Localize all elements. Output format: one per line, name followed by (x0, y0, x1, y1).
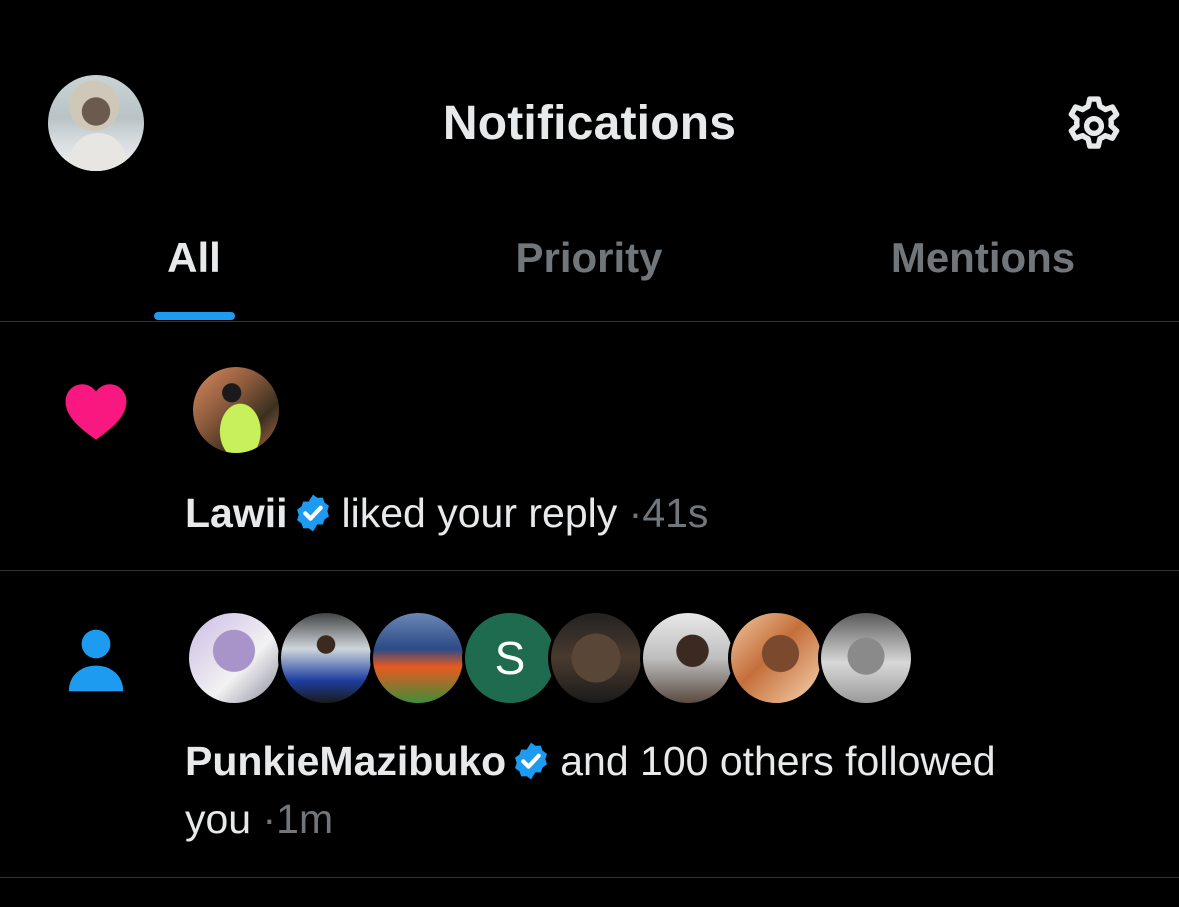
avatar[interactable] (548, 610, 644, 706)
active-tab-indicator (154, 312, 235, 320)
user-name[interactable]: Lawii (185, 490, 288, 536)
page-title: Notifications (442, 97, 737, 150)
verified-badge-icon (296, 494, 329, 532)
row-divider (0, 570, 1179, 571)
avatar[interactable]: S (462, 610, 558, 706)
avatar-initial: S (494, 632, 526, 684)
heart-icon (65, 384, 127, 440)
row-divider (0, 877, 1179, 878)
timestamp: 41s (642, 490, 709, 536)
tab-bar: All Priority Mentions (0, 210, 1179, 322)
avatar[interactable] (370, 610, 466, 706)
tab-divider (0, 321, 1179, 322)
avatar[interactable] (186, 610, 282, 706)
timestamp: 1m (276, 796, 334, 842)
tab-all[interactable]: All (167, 234, 221, 282)
avatar[interactable] (818, 610, 914, 706)
avatar[interactable] (728, 610, 824, 706)
action-text-continued: you (185, 796, 252, 842)
action-text: and 100 others followed (560, 738, 996, 784)
gear-icon[interactable] (1060, 92, 1128, 160)
separator: · (262, 796, 277, 842)
verified-badge-icon (515, 742, 548, 780)
notification-text: Lawii liked your reply ·41s (185, 484, 708, 542)
avatar[interactable] (640, 610, 736, 706)
tab-priority[interactable]: Priority (515, 234, 662, 282)
action-text: liked your reply (341, 490, 618, 536)
separator: · (628, 490, 643, 536)
user-name[interactable]: PunkieMazibuko (185, 738, 506, 784)
avatar[interactable] (278, 610, 374, 706)
notification-text: PunkieMazibuko and 100 others followed yo… (185, 732, 1145, 848)
avatar[interactable] (190, 364, 282, 456)
person-icon (68, 629, 124, 692)
tab-mentions[interactable]: Mentions (891, 234, 1075, 282)
header: Notifications (0, 0, 1179, 210)
